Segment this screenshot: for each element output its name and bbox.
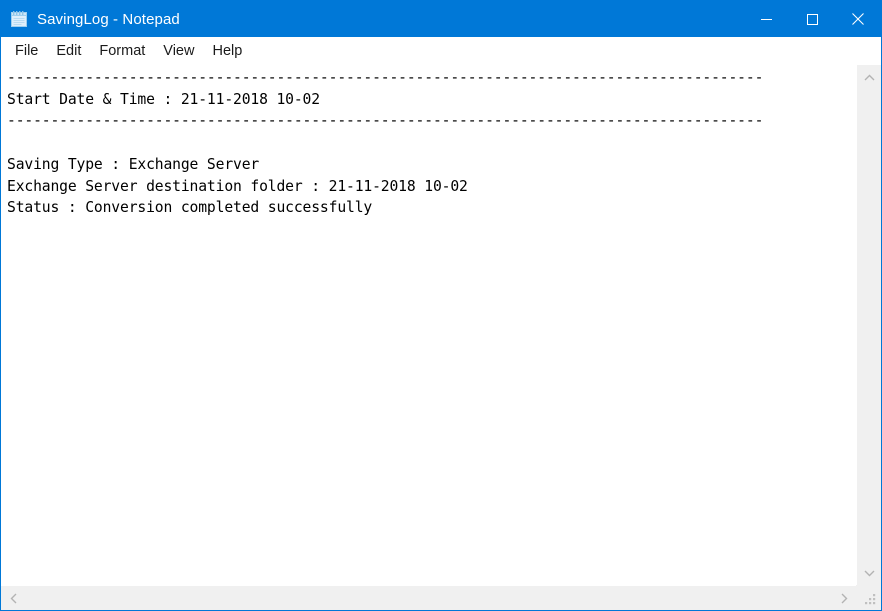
- client-area: ----------------------------------------…: [1, 65, 881, 610]
- chevron-left-icon: [10, 593, 18, 604]
- scroll-left-button[interactable]: [1, 586, 26, 610]
- resize-grip[interactable]: [856, 585, 881, 610]
- horizontal-scrollbar[interactable]: [1, 585, 856, 610]
- maximize-button[interactable]: [789, 1, 835, 37]
- notepad-window: SavingLog - Notepad File Edit Format Vie…: [0, 0, 882, 611]
- title-bar-left: SavingLog - Notepad: [1, 10, 743, 28]
- scroll-right-button[interactable]: [831, 586, 856, 610]
- vertical-scrollbar[interactable]: [856, 65, 881, 585]
- notepad-icon: [10, 10, 28, 28]
- minimize-button[interactable]: [743, 1, 789, 37]
- menu-item-file[interactable]: File: [6, 40, 47, 63]
- chevron-down-icon: [864, 569, 875, 577]
- text-editor[interactable]: ----------------------------------------…: [1, 65, 856, 585]
- window-title: SavingLog - Notepad: [37, 10, 180, 28]
- scroll-up-button[interactable]: [857, 65, 881, 90]
- menu-item-edit[interactable]: Edit: [47, 40, 90, 63]
- menu-bar: File Edit Format View Help: [1, 37, 881, 65]
- menu-item-help[interactable]: Help: [203, 40, 251, 63]
- menu-item-format[interactable]: Format: [90, 40, 154, 63]
- title-bar: SavingLog - Notepad: [1, 1, 881, 37]
- chevron-up-icon: [864, 74, 875, 82]
- window-controls: [743, 1, 881, 37]
- close-button[interactable]: [835, 1, 881, 37]
- document-text[interactable]: ----------------------------------------…: [1, 65, 856, 219]
- scroll-down-button[interactable]: [857, 560, 881, 585]
- menu-item-view[interactable]: View: [154, 40, 203, 63]
- chevron-right-icon: [840, 593, 848, 604]
